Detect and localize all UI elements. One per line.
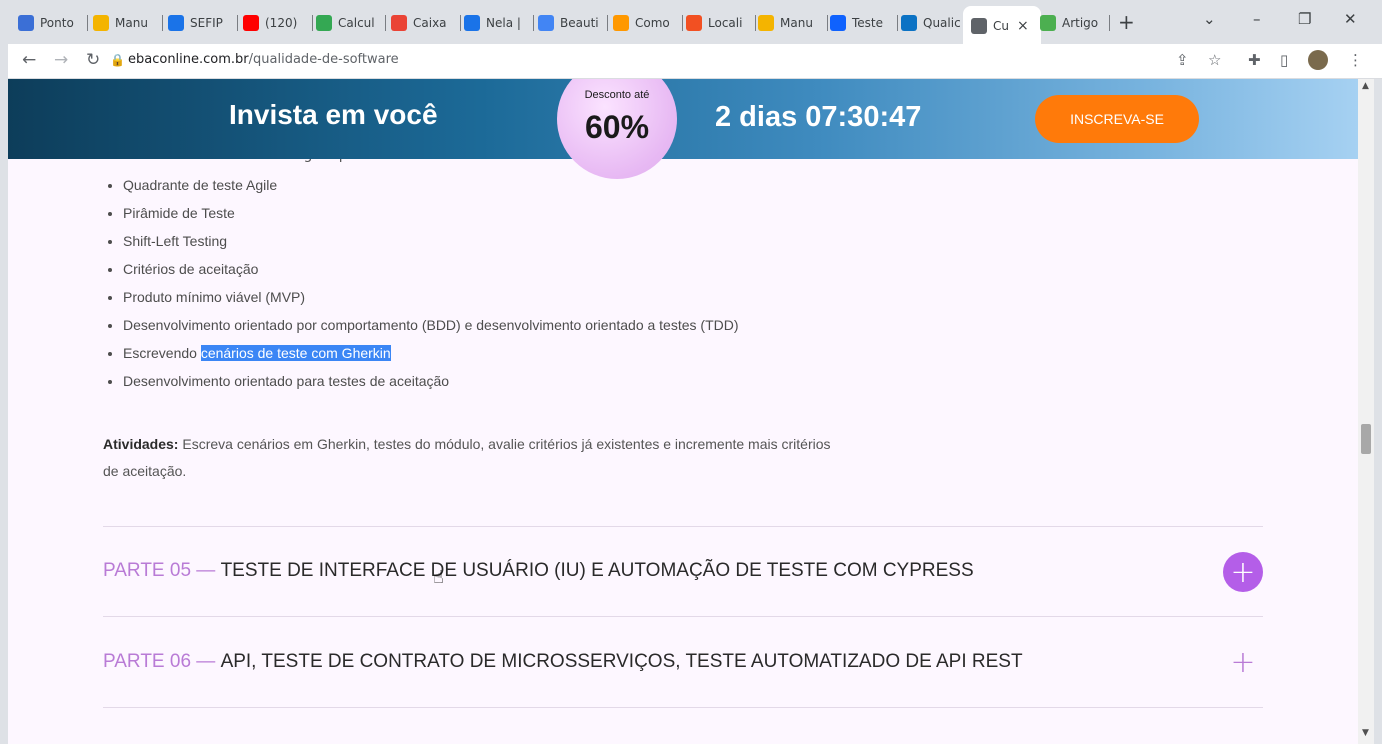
tab-search-icon[interactable]: ⌄ xyxy=(1203,10,1216,28)
list-item: Shift-Left Testing xyxy=(123,227,739,255)
url-domain: ebaconline.com.br xyxy=(128,52,249,67)
tab-calcul[interactable]: Calcul xyxy=(316,8,386,38)
discount-badge: Desconto até 60% xyxy=(557,79,677,179)
list-item: Quadrante de teste Agile xyxy=(123,171,739,199)
tab-active-cu[interactable]: Cu × xyxy=(963,6,1041,46)
tab-manu[interactable]: Manu xyxy=(93,8,163,38)
minimize-button[interactable]: – xyxy=(1253,10,1261,28)
reload-button[interactable]: ↻ xyxy=(86,50,100,70)
tab-strip: Ponto Manu SEFIP (120) Calcul Caixa Nela… xyxy=(8,0,1382,46)
tab-qualic[interactable]: Qualic xyxy=(901,8,963,38)
tab-nela[interactable]: Nela | xyxy=(464,8,534,38)
tab-favicon-icon xyxy=(316,15,332,31)
menu-kebab-icon[interactable]: ⋮ xyxy=(1348,51,1363,69)
list-item: Critérios de aceitação xyxy=(123,255,739,283)
tab-beauti[interactable]: Beauti xyxy=(538,8,608,38)
inscreva-se-button[interactable]: INSCREVA-SE xyxy=(1035,95,1199,143)
tab-favicon-icon xyxy=(758,15,774,31)
tab-youtube[interactable]: (120) xyxy=(243,8,313,38)
side-panel-icon[interactable]: ▯ xyxy=(1280,51,1288,69)
youtube-icon xyxy=(243,15,259,31)
tab-favicon-icon xyxy=(613,15,629,31)
section-divider xyxy=(103,707,1263,708)
share-icon[interactable]: ⇪ xyxy=(1176,51,1189,69)
close-tab-icon[interactable]: × xyxy=(1017,18,1029,34)
tab-sefip[interactable]: SEFIP xyxy=(168,8,238,38)
countdown-timer: 2 dias 07:30:47 xyxy=(715,101,922,133)
address-bar[interactable]: ebaconline.com.br/qualidade-de-software xyxy=(128,52,399,67)
browser-toolbar: ← → ↻ 🔒 ebaconline.com.br/qualidade-de-s… xyxy=(8,44,1382,79)
back-button[interactable]: ← xyxy=(22,50,36,70)
tab-favicon-icon xyxy=(1040,15,1056,31)
scroll-up-arrow-icon[interactable]: ▲ xyxy=(1362,81,1369,91)
tab-teste[interactable]: Teste xyxy=(830,8,898,38)
tab-artigo[interactable]: Artigo xyxy=(1040,8,1110,38)
tab-como[interactable]: Como xyxy=(613,8,683,38)
scroll-down-arrow-icon[interactable]: ▼ xyxy=(1362,728,1369,738)
tab-favicon-icon xyxy=(464,15,480,31)
profile-avatar[interactable] xyxy=(1308,50,1328,70)
activities-text: Escreva cenários em Gherkin, testes do m… xyxy=(103,436,831,479)
expand-plus-button[interactable]: + xyxy=(1223,552,1263,592)
extensions-icon[interactable]: ✚ xyxy=(1248,51,1261,69)
tab-favicon-icon xyxy=(971,18,987,34)
browser-window: Ponto Manu SEFIP (120) Calcul Caixa Nela… xyxy=(8,0,1382,744)
list-item: Produto mínimo viável (MVP) xyxy=(123,283,739,311)
tab-favicon-icon xyxy=(168,15,184,31)
activities-label: Atividades: xyxy=(103,436,179,452)
list-item: Desenvolvimento orientado por comportame… xyxy=(123,311,739,339)
banner-title: Invista em você xyxy=(229,99,438,130)
expand-plus-button[interactable]: + xyxy=(1223,642,1263,682)
page-scrollbar[interactable]: ▲ ▼ xyxy=(1358,79,1374,744)
scroll-thumb[interactable] xyxy=(1361,424,1371,454)
web-page: Gerenciamento do Backlog do produto Quad… xyxy=(8,79,1358,744)
activities-paragraph: Atividades: Escreva cenários em Gherkin,… xyxy=(103,431,843,485)
tab-favicon-icon xyxy=(18,15,34,31)
promo-banner: Invista em você 2 dias 07:30:47 INSCREVA… xyxy=(8,79,1358,159)
accordion-header-parte-05[interactable]: PARTE 05 — TESTE DE INTERFACE DE USUÁRIO… xyxy=(103,560,974,582)
tab-locali[interactable]: Locali xyxy=(686,8,756,38)
section-divider xyxy=(103,526,1263,527)
gmail-icon xyxy=(391,15,407,31)
tab-favicon-icon xyxy=(901,15,917,31)
tab-manu-2[interactable]: Manu xyxy=(758,8,828,38)
list-item: Desenvolvimento orientado para testes de… xyxy=(123,367,739,395)
list-item-gherkin: Escrevendo cenários de teste com Gherkin xyxy=(123,339,739,367)
lock-icon[interactable]: 🔒 xyxy=(110,53,125,67)
new-tab-button[interactable]: + xyxy=(1118,10,1135,34)
tab-favicon-icon xyxy=(538,15,554,31)
tab-favicon-icon xyxy=(93,15,109,31)
topics-list: Quadrante de teste Agile Pirâmide de Tes… xyxy=(103,171,739,395)
selected-text: cenários de teste com Gherkin xyxy=(200,345,391,361)
tab-gmail[interactable]: Caixa xyxy=(391,8,461,38)
list-item: Pirâmide de Teste xyxy=(123,199,739,227)
section-divider xyxy=(103,616,1263,617)
forward-button[interactable]: → xyxy=(54,50,68,70)
tab-favicon-icon xyxy=(830,15,846,31)
url-path: /qualidade-de-software xyxy=(248,52,399,67)
restore-button[interactable]: ❐ xyxy=(1298,10,1311,28)
accordion-header-parte-06[interactable]: PARTE 06 — API, TESTE DE CONTRATO DE MIC… xyxy=(103,651,1023,673)
close-window-button[interactable]: ✕ xyxy=(1344,10,1357,28)
tab-ponto[interactable]: Ponto xyxy=(18,8,88,38)
microsoft-icon xyxy=(686,15,702,31)
hand-cursor-icon: ☝ xyxy=(433,567,444,588)
bookmark-star-icon[interactable]: ☆ xyxy=(1208,51,1221,69)
